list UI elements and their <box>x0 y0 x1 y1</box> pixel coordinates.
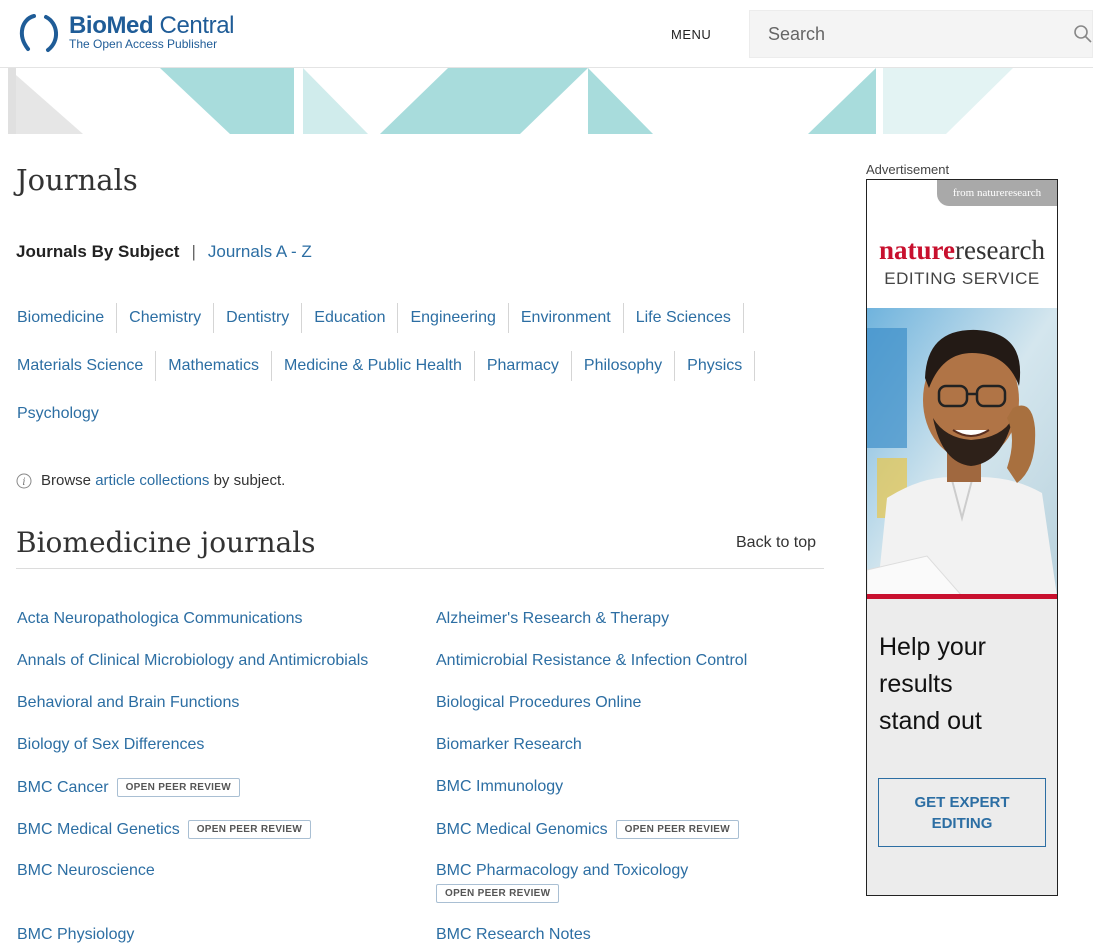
journal-link[interactable]: BMC Pharmacology and Toxicology <box>436 862 688 879</box>
logo-bio-text: Bio <box>69 12 107 39</box>
decorative-banner <box>8 68 1013 134</box>
journal-link[interactable]: BMC Immunology <box>436 778 563 796</box>
logo-central-text: Central <box>153 12 235 39</box>
journal-link[interactable]: Biomarker Research <box>436 736 582 754</box>
subject-link-mathematics[interactable]: Mathematics <box>156 351 272 381</box>
browse-collections-note: i Browse article collections by subject. <box>16 472 285 489</box>
journal-link[interactable]: Antimicrobial Resistance & Infection Con… <box>436 652 747 670</box>
svg-text:i: i <box>22 477 25 488</box>
subject-row-1: Biomedicine Chemistry Dentistry Educatio… <box>16 294 816 342</box>
journals-subnav: Journals By Subject | Journals A - Z <box>16 242 312 262</box>
subject-link-dentistry[interactable]: Dentistry <box>214 303 303 333</box>
back-to-top-link[interactable]: Back to top <box>736 534 816 552</box>
subject-link-pharmacy[interactable]: Pharmacy <box>475 351 572 381</box>
subject-link-physics[interactable]: Physics <box>675 351 756 381</box>
ad-source-tag: from natureresearch <box>937 180 1057 206</box>
open-peer-review-badge: OPEN PEER REVIEW <box>116 778 240 797</box>
search-icon[interactable] <box>1073 24 1093 44</box>
site-header: BioMed Central The Open Access Publisher… <box>0 0 1093 68</box>
journal-item: BMC Medical Genetics OPEN PEER REVIEW <box>17 820 312 839</box>
journals-a-z-link[interactable]: Journals A - Z <box>208 242 312 261</box>
logo-wordmark: BioMed Central The Open Access Publisher <box>69 12 235 51</box>
journal-link[interactable]: Behavioral and Brain Functions <box>17 694 239 712</box>
subject-row-3: Psychology <box>16 390 816 438</box>
get-expert-editing-button[interactable]: GET EXPERT EDITING <box>878 778 1046 847</box>
subject-list: Biomedicine Chemistry Dentistry Educatio… <box>16 294 816 438</box>
logo-tagline: The Open Access Publisher <box>69 37 218 51</box>
section-title: Biomedicine journals <box>16 526 316 559</box>
info-text-before: Browse <box>41 472 92 489</box>
journal-link[interactable]: BMC Cancer <box>17 779 109 796</box>
subject-link-environment[interactable]: Environment <box>509 303 624 333</box>
journal-link[interactable]: Acta Neuropathologica Communications <box>17 610 302 628</box>
subject-link-psychology[interactable]: Psychology <box>16 399 111 429</box>
logo-med-text: Med <box>106 12 154 39</box>
journal-link[interactable]: BMC Research Notes <box>436 926 591 944</box>
journal-link[interactable]: BMC Medical Genomics <box>436 821 608 838</box>
journal-link[interactable]: Annals of Clinical Microbiology and Anti… <box>17 652 368 670</box>
subject-link-medicine-public-health[interactable]: Medicine & Public Health <box>272 351 475 381</box>
journal-link[interactable]: BMC Medical Genetics <box>17 821 180 838</box>
subject-link-life-sciences[interactable]: Life Sciences <box>624 303 744 333</box>
journal-link[interactable]: Biological Procedures Online <box>436 694 641 712</box>
ad-bottom-panel: Help your results stand out GET EXPERT ED… <box>867 599 1057 895</box>
subject-row-2: Materials Science Mathematics Medicine &… <box>16 342 816 390</box>
search-box <box>749 10 1093 58</box>
subject-link-biomedicine[interactable]: Biomedicine <box>16 303 118 333</box>
search-input[interactable] <box>750 11 1093 57</box>
journals-by-subject-tab: Journals By Subject <box>16 242 180 261</box>
open-peer-review-badge: OPEN PEER REVIEW <box>615 820 739 839</box>
subject-link-education[interactable]: Education <box>302 303 399 333</box>
open-peer-review-badge: OPEN PEER REVIEW <box>187 820 312 839</box>
open-peer-review-badge: OPEN PEER REVIEW <box>436 884 560 903</box>
logo-mark-icon <box>19 14 58 52</box>
biomed-central-logo[interactable]: BioMed Central The Open Access Publisher <box>16 11 246 55</box>
journal-link[interactable]: Alzheimer's Research & Therapy <box>436 610 669 628</box>
section-divider <box>16 568 824 569</box>
info-icon: i <box>16 473 32 488</box>
ad-subtitle: EDITING SERVICE <box>884 269 1040 288</box>
journal-link[interactable]: BMC Neuroscience <box>17 862 155 880</box>
subnav-separator: | <box>191 242 196 261</box>
nature-research-logo: natureresearch <box>879 235 1045 265</box>
menu-button[interactable]: MENU <box>671 27 711 42</box>
article-collections-link[interactable]: article collections <box>95 472 209 489</box>
ad-headline: Help your results stand out <box>879 633 986 735</box>
subject-link-philosophy[interactable]: Philosophy <box>572 351 676 381</box>
subject-link-chemistry[interactable]: Chemistry <box>117 303 215 333</box>
subject-link-materials-science[interactable]: Materials Science <box>16 351 157 381</box>
advertisement-label: Advertisement <box>866 162 950 177</box>
journal-item: BMC Medical Genomics OPEN PEER REVIEW <box>436 820 739 839</box>
advertisement-banner[interactable]: from natureresearch natureresearch EDITI… <box>866 179 1058 896</box>
journal-item: BMC Pharmacology and Toxicology OPEN PEE… <box>436 862 688 903</box>
ad-photo-researcher <box>867 308 1057 596</box>
info-text-after: by subject. <box>213 472 286 489</box>
journal-link[interactable]: BMC Physiology <box>17 926 134 944</box>
subject-link-engineering[interactable]: Engineering <box>398 303 509 333</box>
page-title: Journals <box>16 163 138 197</box>
journal-link[interactable]: Biology of Sex Differences <box>17 736 204 754</box>
journal-item: BMC Cancer OPEN PEER REVIEW <box>17 778 240 797</box>
